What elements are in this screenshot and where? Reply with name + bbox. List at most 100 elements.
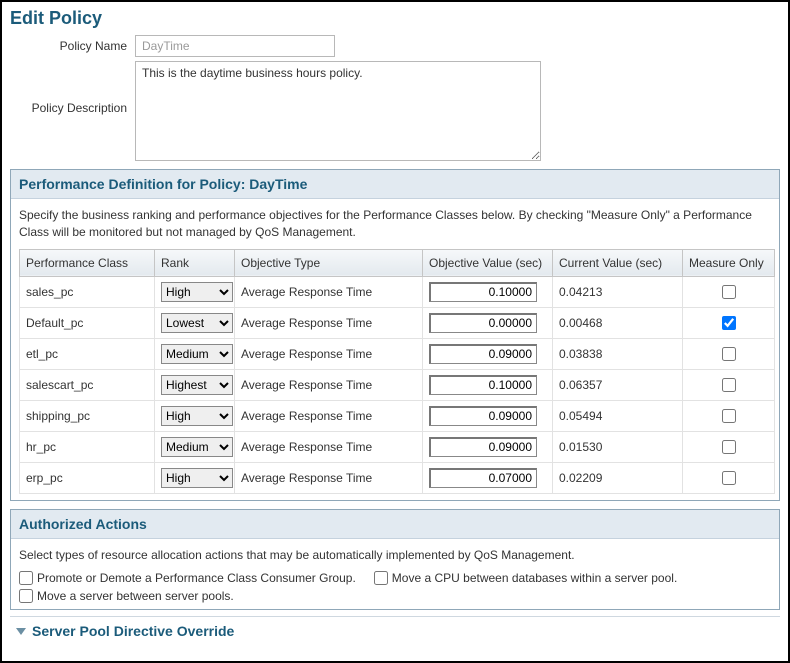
table-row: sales_pc HighestHighMediumLowLowestAverag…: [20, 276, 775, 307]
current-value-cell: 0.05494: [553, 400, 683, 431]
col-objective-type: Objective Type: [235, 249, 423, 276]
measure-only-cell: [683, 462, 775, 493]
objective-type-cell: Average Response Time: [235, 369, 423, 400]
objective-value-cell: [423, 462, 553, 493]
rank-select[interactable]: HighestHighMediumLowLowest: [161, 344, 233, 364]
table-row: shipping_pc HighestHighMediumLowLowestAve…: [20, 400, 775, 431]
performance-class-cell: hr_pc: [20, 431, 155, 462]
col-performance-class: Performance Class: [20, 249, 155, 276]
objective-value-cell: [423, 431, 553, 462]
rank-select[interactable]: HighestHighMediumLowLowest: [161, 468, 233, 488]
server-pool-override-header[interactable]: Server Pool Directive Override: [10, 616, 780, 643]
measure-only-checkbox[interactable]: [722, 471, 736, 485]
table-row: hr_pc HighestHighMediumLowLowestAverage R…: [20, 431, 775, 462]
current-value-cell: 0.04213: [553, 276, 683, 307]
policy-description-field[interactable]: [135, 61, 541, 161]
table-row: erp_pc HighestHighMediumLowLowestAverage …: [20, 462, 775, 493]
measure-only-checkbox[interactable]: [722, 347, 736, 361]
authorized-actions-help: Select types of resource allocation acti…: [19, 547, 771, 564]
objective-value-input[interactable]: [429, 437, 537, 457]
rank-select[interactable]: HighestHighMediumLowLowest: [161, 437, 233, 457]
measure-only-cell: [683, 369, 775, 400]
performance-help-text: Specify the business ranking and perform…: [19, 207, 771, 241]
page-title: Edit Policy: [10, 8, 780, 29]
objective-value-input[interactable]: [429, 282, 537, 302]
objective-value-cell: [423, 307, 553, 338]
rank-cell: HighestHighMediumLowLowest: [155, 338, 235, 369]
performance-class-cell: erp_pc: [20, 462, 155, 493]
objective-type-cell: Average Response Time: [235, 462, 423, 493]
measure-only-checkbox[interactable]: [722, 378, 736, 392]
rank-select[interactable]: HighestHighMediumLowLowest: [161, 313, 233, 333]
objective-type-cell: Average Response Time: [235, 307, 423, 338]
authorized-actions-header: Authorized Actions: [11, 510, 779, 539]
measure-only-cell: [683, 400, 775, 431]
performance-class-cell: salescart_pc: [20, 369, 155, 400]
rank-select[interactable]: HighestHighMediumLowLowest: [161, 406, 233, 426]
measure-only-cell: [683, 276, 775, 307]
current-value-cell: 0.06357: [553, 369, 683, 400]
col-rank: Rank: [155, 249, 235, 276]
performance-class-cell: shipping_pc: [20, 400, 155, 431]
rank-cell: HighestHighMediumLowLowest: [155, 400, 235, 431]
table-row: salescart_pc HighestHighMediumLowLowestAv…: [20, 369, 775, 400]
rank-cell: HighestHighMediumLowLowest: [155, 276, 235, 307]
objective-value-input[interactable]: [429, 344, 537, 364]
table-row: etl_pc HighestHighMediumLowLowestAverage …: [20, 338, 775, 369]
objective-value-cell: [423, 369, 553, 400]
performance-table: Performance Class Rank Objective Type Ob…: [19, 249, 775, 494]
promote-demote-checkbox[interactable]: [19, 571, 33, 585]
objective-value-input[interactable]: [429, 313, 537, 333]
rank-select[interactable]: HighestHighMediumLowLowest: [161, 282, 233, 302]
chevron-down-icon: [16, 628, 26, 635]
policy-name-field[interactable]: [135, 35, 335, 57]
measure-only-checkbox[interactable]: [722, 409, 736, 423]
current-value-cell: 0.02209: [553, 462, 683, 493]
table-header-row: Performance Class Rank Objective Type Ob…: [20, 249, 775, 276]
server-pool-override-title: Server Pool Directive Override: [32, 623, 234, 639]
performance-class-cell: sales_pc: [20, 276, 155, 307]
move-cpu-checkbox[interactable]: [374, 571, 388, 585]
move-cpu-option[interactable]: Move a CPU between databases within a se…: [374, 571, 678, 585]
objective-type-cell: Average Response Time: [235, 431, 423, 462]
col-current-value: Current Value (sec): [553, 249, 683, 276]
current-value-cell: 0.03838: [553, 338, 683, 369]
performance-definition-section: Performance Definition for Policy: DayTi…: [10, 169, 780, 501]
rank-cell: HighestHighMediumLowLowest: [155, 431, 235, 462]
promote-demote-label: Promote or Demote a Performance Class Co…: [37, 571, 356, 585]
objective-type-cell: Average Response Time: [235, 400, 423, 431]
performance-class-cell: etl_pc: [20, 338, 155, 369]
move-server-checkbox[interactable]: [19, 589, 33, 603]
promote-demote-option[interactable]: Promote or Demote a Performance Class Co…: [19, 571, 356, 585]
measure-only-checkbox[interactable]: [722, 316, 736, 330]
authorized-actions-section: Authorized Actions Select types of resou…: [10, 509, 780, 611]
col-objective-value: Objective Value (sec): [423, 249, 553, 276]
rank-select[interactable]: HighestHighMediumLowLowest: [161, 375, 233, 395]
objective-type-cell: Average Response Time: [235, 276, 423, 307]
objective-value-cell: [423, 400, 553, 431]
measure-only-checkbox[interactable]: [722, 440, 736, 454]
rank-cell: HighestHighMediumLowLowest: [155, 307, 235, 338]
measure-only-cell: [683, 338, 775, 369]
performance-definition-header: Performance Definition for Policy: DayTi…: [11, 170, 779, 199]
objective-value-input[interactable]: [429, 375, 537, 395]
col-measure-only: Measure Only: [683, 249, 775, 276]
table-row: Default_pc HighestHighMediumLowLowestAver…: [20, 307, 775, 338]
measure-only-cell: [683, 431, 775, 462]
move-server-label: Move a server between server pools.: [37, 589, 234, 603]
rank-cell: HighestHighMediumLowLowest: [155, 462, 235, 493]
move-cpu-label: Move a CPU between databases within a se…: [392, 571, 678, 585]
policy-description-label: Policy Description: [10, 61, 135, 115]
objective-value-cell: [423, 276, 553, 307]
move-server-option[interactable]: Move a server between server pools.: [19, 589, 234, 603]
policy-name-label: Policy Name: [10, 35, 135, 53]
current-value-cell: 0.01530: [553, 431, 683, 462]
objective-value-input[interactable]: [429, 468, 537, 488]
measure-only-cell: [683, 307, 775, 338]
current-value-cell: 0.00468: [553, 307, 683, 338]
objective-type-cell: Average Response Time: [235, 338, 423, 369]
objective-value-input[interactable]: [429, 406, 537, 426]
objective-value-cell: [423, 338, 553, 369]
measure-only-checkbox[interactable]: [722, 285, 736, 299]
performance-class-cell: Default_pc: [20, 307, 155, 338]
